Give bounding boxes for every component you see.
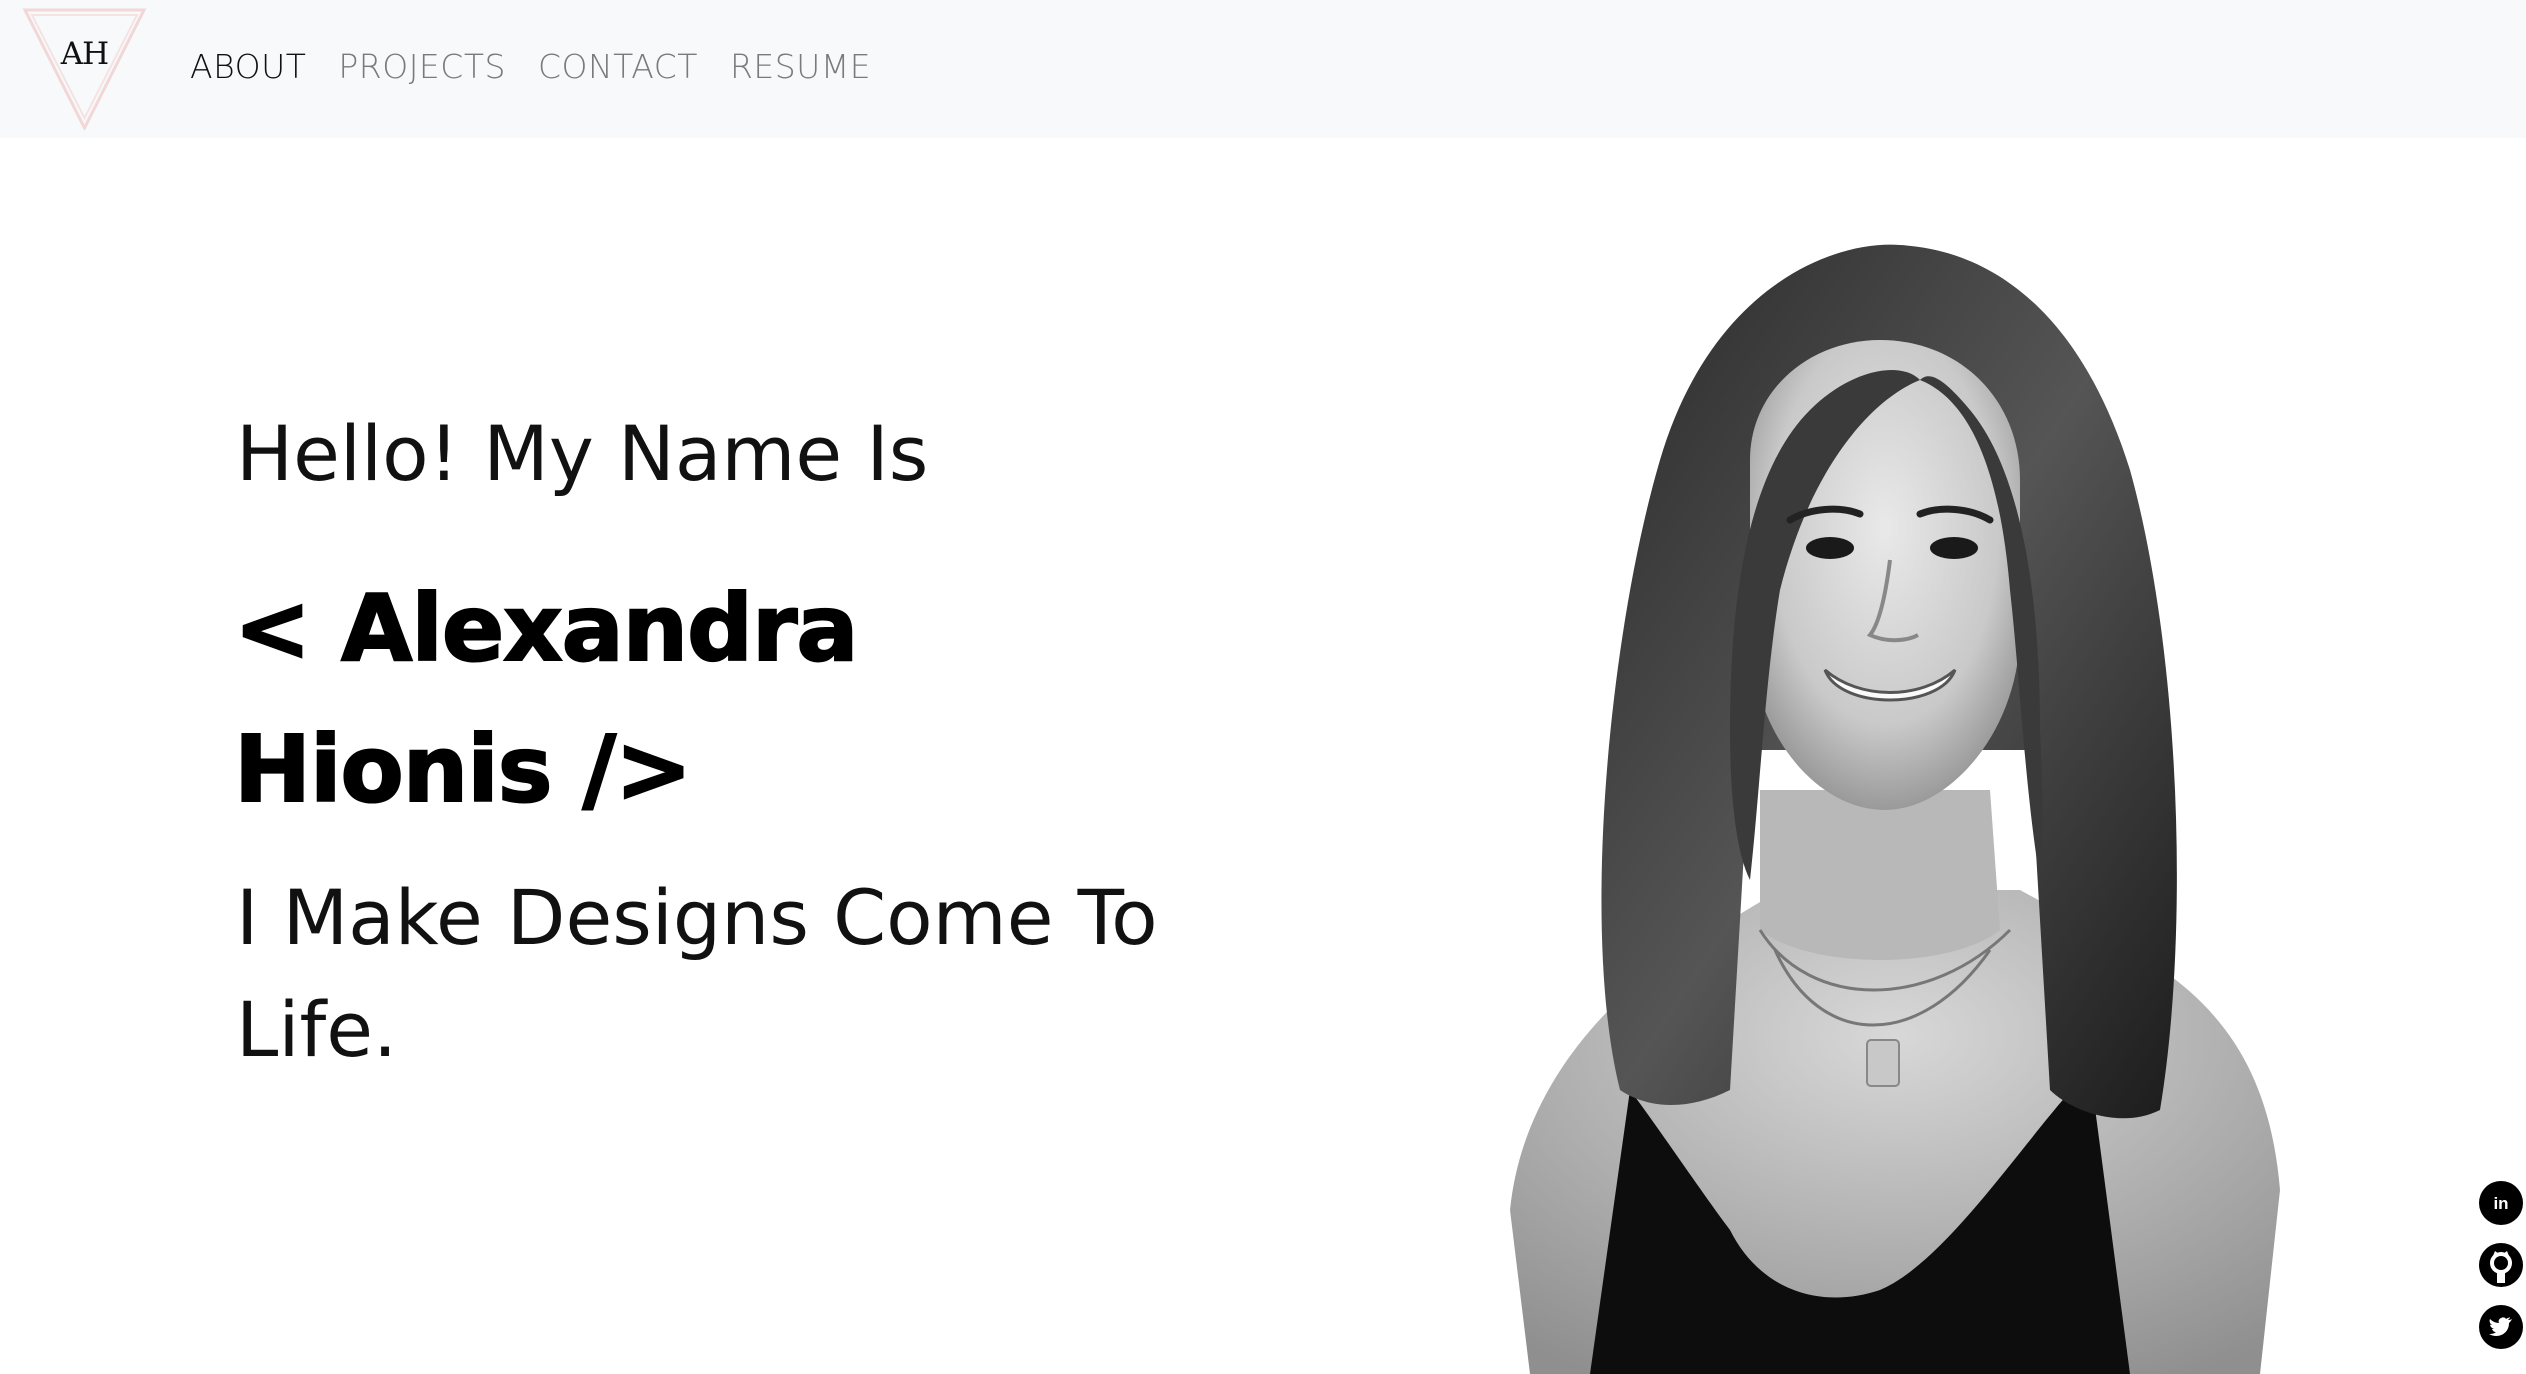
- nav-links: ABOUT PROJECTS CONTACT RESUME: [190, 42, 903, 92]
- github-icon[interactable]: [2478, 1242, 2524, 1288]
- site-logo[interactable]: AH: [22, 6, 147, 130]
- portrait-photo: [1430, 230, 2350, 1374]
- navbar: AH ABOUT PROJECTS CONTACT RESUME: [0, 0, 2526, 138]
- hero-greeting: Hello! My Name Is: [236, 409, 929, 498]
- nav-item-resume[interactable]: RESUME: [730, 42, 871, 92]
- page: AH ABOUT PROJECTS CONTACT RESUME Hello! …: [0, 0, 2526, 1374]
- hero-name: < Alexandra Hionis />: [233, 558, 1234, 840]
- linkedin-icon[interactable]: in: [2478, 1180, 2524, 1226]
- hero-name-line-2: Hionis />: [233, 715, 693, 824]
- nav-item-contact[interactable]: CONTACT: [538, 42, 698, 92]
- hero-name-line-1: < Alexandra: [233, 574, 859, 683]
- portrait-illustration: [1510, 244, 2280, 1374]
- social-links: in: [2478, 1180, 2526, 1366]
- hero-tagline-line-1: I Make Designs Come To: [236, 873, 1158, 962]
- logo-text: AH: [60, 36, 109, 72]
- nav-item-about[interactable]: ABOUT: [190, 42, 306, 92]
- nav-item-projects[interactable]: PROJECTS: [338, 42, 506, 92]
- hero-tagline-line-2: Life.: [236, 985, 398, 1074]
- linkedin-label: in: [2493, 1194, 2508, 1213]
- hero-tagline: I Make Designs Come To Life.: [236, 862, 1236, 1086]
- twitter-icon[interactable]: [2478, 1304, 2524, 1350]
